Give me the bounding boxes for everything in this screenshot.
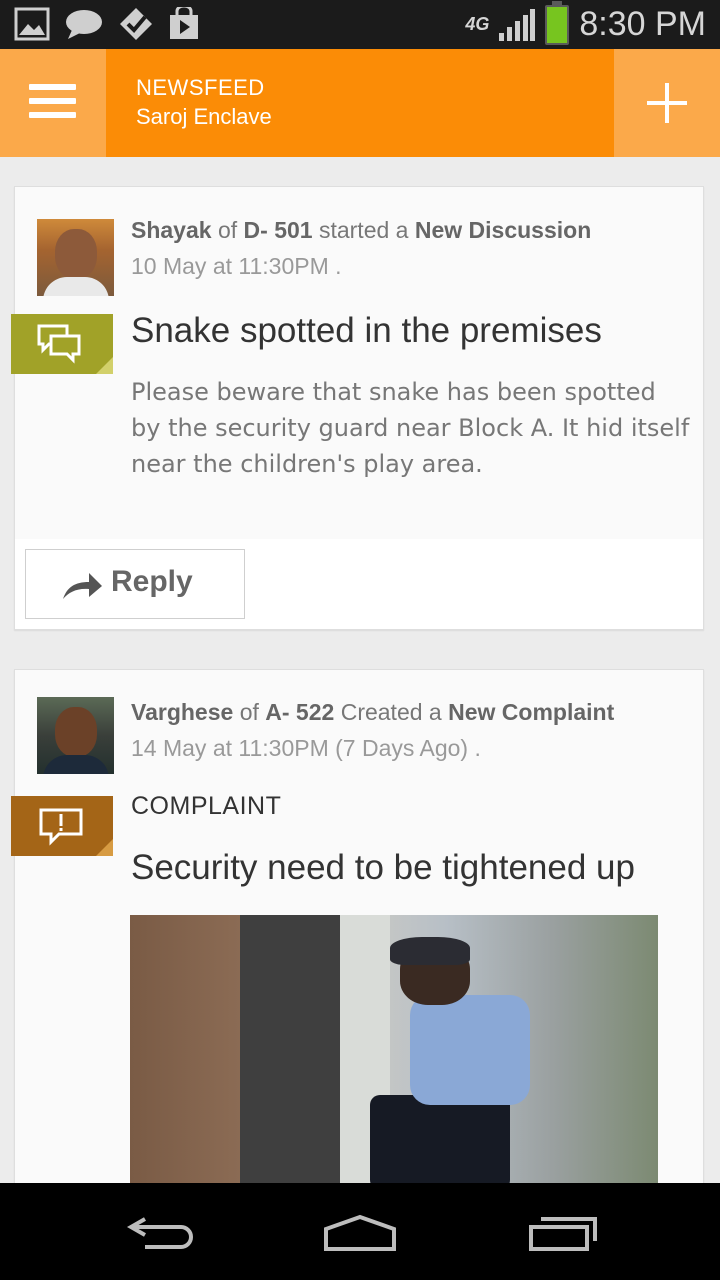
- checkmark-icon: [120, 8, 152, 40]
- post-meta: Shayak of D- 501 started a New Discussio…: [131, 217, 592, 243]
- avatar[interactable]: [37, 219, 114, 296]
- reply-arrow-icon: [63, 573, 102, 599]
- post-type: New Complaint: [448, 699, 615, 725]
- reply-label: Reply: [111, 565, 193, 598]
- chat-icon: [66, 10, 102, 39]
- system-navigation-bar: [0, 1183, 720, 1280]
- post-meta: Varghese of A- 522 Created a New Complai…: [131, 699, 615, 725]
- battery-icon: [545, 0, 570, 45]
- hamburger-icon: [29, 84, 76, 118]
- community-name: Saroj Enclave: [136, 104, 272, 129]
- recent-apps-icon[interactable]: [527, 1213, 599, 1253]
- post-date: 10 May at 11:30PM .: [131, 253, 342, 279]
- post-title[interactable]: Snake spotted in the premises: [131, 311, 602, 351]
- unit-number: D- 501: [243, 217, 313, 243]
- network-type-label: 4G: [465, 14, 490, 34]
- title-area: NEWSFEED Saroj Enclave: [106, 49, 614, 157]
- page-title: NEWSFEED: [136, 75, 265, 100]
- discussion-tag: [11, 314, 113, 374]
- post-date: 14 May at 11:30PM (7 Days Ago) .: [131, 735, 481, 761]
- feed-card-complaint[interactable]: Varghese of A- 522 Created a New Complai…: [11, 669, 704, 1191]
- action-bar: NEWSFEED Saroj Enclave: [0, 49, 720, 157]
- menu-button[interactable]: [0, 49, 106, 157]
- unit-number: A- 522: [265, 699, 335, 725]
- post-type: New Discussion: [414, 217, 592, 243]
- avatar[interactable]: [37, 697, 114, 774]
- reply-strip: Reply: [15, 539, 703, 629]
- signal-icon: [499, 8, 536, 41]
- post-body: Please beware that snake has been spotte…: [131, 378, 690, 478]
- add-post-button[interactable]: [614, 49, 720, 157]
- home-icon[interactable]: [322, 1213, 398, 1253]
- feed-card-discussion[interactable]: Shayak of D- 501 started a New Discussio…: [11, 186, 704, 630]
- post-title[interactable]: Security need to be tightened up: [131, 848, 635, 888]
- gallery-icon: [14, 7, 50, 41]
- play-store-icon: [170, 7, 198, 39]
- post-category: COMPLAINT: [131, 792, 282, 820]
- reply-button[interactable]: Reply: [25, 549, 245, 619]
- clock: 8:30 PM: [579, 5, 706, 43]
- plus-icon: [647, 83, 687, 123]
- post-photo[interactable]: [130, 915, 658, 1190]
- author-name[interactable]: Varghese: [131, 699, 233, 725]
- back-icon[interactable]: [125, 1213, 195, 1253]
- author-name[interactable]: Shayak: [131, 217, 212, 243]
- complaint-tag: [11, 796, 113, 856]
- status-bar: 4G 8:30 PM: [0, 0, 720, 49]
